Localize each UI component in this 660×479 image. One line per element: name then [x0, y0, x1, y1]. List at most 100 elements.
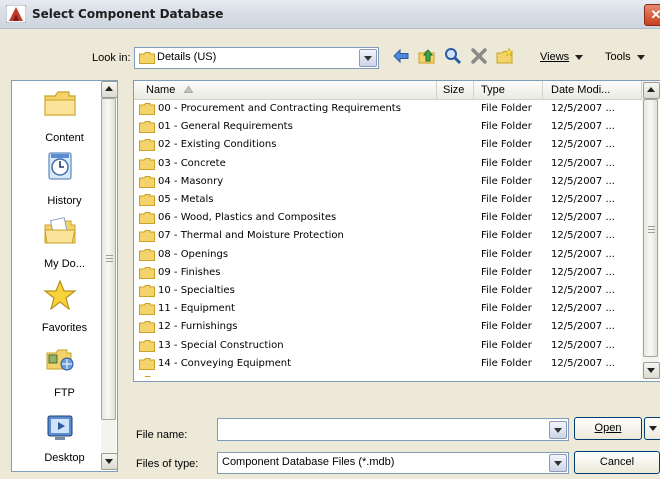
- column-header-type[interactable]: Type: [474, 81, 543, 100]
- title-bar[interactable]: Select Component Database ✕: [0, 0, 660, 29]
- scroll-thumb[interactable]: [101, 98, 116, 420]
- file-name-dropdown-button[interactable]: [549, 421, 567, 439]
- file-name-cell: 03 - Concrete: [158, 157, 226, 169]
- file-row[interactable]: 03 - Concrete File Folder 12/5/2007 ...: [139, 155, 644, 173]
- open-label: Open: [594, 422, 622, 434]
- file-row[interactable]: 14 - Conveying Equipment File Folder 12/5/…: [139, 355, 644, 373]
- file-date-cell: 12/5/2007 ...: [551, 285, 615, 296]
- views-label: Views: [540, 51, 570, 63]
- file-row[interactable]: 06 - Wood, Plastics and Composites File F…: [139, 209, 644, 227]
- folder-icon: [144, 376, 151, 377]
- file-name-cell: 01 - General Requirements: [158, 121, 293, 133]
- file-name-cell: 14 - Conveying Equipment: [158, 357, 292, 369]
- file-type-dropdown-button[interactable]: [549, 454, 567, 472]
- folder-icon: [139, 212, 155, 225]
- file-date-cell: 12/5/2007 ...: [551, 266, 615, 278]
- file-date-cell: 12/5/2007 ...: [551, 321, 615, 333]
- file-type-cell: File Folder: [481, 103, 532, 114]
- sort-ascending-icon: [184, 86, 193, 93]
- file-type-cell: File Folder: [481, 139, 532, 151]
- file-type-cell: File Folder: [481, 194, 532, 205]
- look-in-label: Look in:: [92, 52, 131, 64]
- up-folder-icon[interactable]: [418, 47, 436, 65]
- file-date-cell: 12/5/2007 ...: [551, 121, 615, 133]
- file-date-cell: 12/5/2007 ...: [551, 357, 615, 369]
- look-in-dropdown-button[interactable]: [359, 49, 377, 67]
- file-name-cell: 00 - Procurement and Contracting Require…: [158, 103, 401, 114]
- look-in-combo[interactable]: Details (US): [134, 47, 379, 69]
- back-icon[interactable]: [392, 47, 410, 65]
- column-header-name[interactable]: Name: [134, 81, 437, 100]
- scroll-down-button[interactable]: [643, 362, 660, 379]
- folder-icon: [139, 339, 155, 352]
- folder-icon: [139, 103, 155, 115]
- places-scrollbar[interactable]: [101, 81, 118, 470]
- folder-icon: [139, 121, 155, 134]
- open-dropdown-button[interactable]: [644, 417, 660, 440]
- file-name-cell: 04 - Masonry: [158, 175, 224, 187]
- file-row[interactable]: 10 - Specialties File Folder 12/5/2007 ...: [139, 282, 644, 300]
- folder-icon: [139, 230, 155, 243]
- folder-icon: [139, 175, 155, 188]
- file-type-cell: File Folder: [481, 339, 532, 351]
- tools-label: Tools: [605, 51, 631, 63]
- file-row[interactable]: 01 - General Requirements File Folder 12/5…: [139, 118, 644, 136]
- column-type-label: Type: [481, 84, 505, 96]
- scroll-down-button[interactable]: [101, 453, 118, 470]
- scroll-up-button[interactable]: [101, 81, 118, 98]
- look-in-value: Details (US): [157, 51, 217, 63]
- chevron-down-icon: [636, 54, 645, 60]
- file-row[interactable]: 07 - Thermal and Moisture Protection File…: [139, 227, 644, 245]
- desktop-icon: [47, 415, 73, 440]
- views-menu[interactable]: Views: [540, 51, 584, 63]
- search-web-icon[interactable]: [444, 47, 462, 65]
- file-row[interactable]: 11 - Equipment File Folder 12/5/2007 ...: [139, 300, 644, 318]
- delete-icon[interactable]: [470, 47, 488, 65]
- file-date-cell: 12/5/2007 ...: [551, 139, 615, 151]
- file-name-input[interactable]: [217, 418, 569, 441]
- column-header-size[interactable]: Size: [437, 81, 474, 100]
- file-row[interactable]: 12 - Furnishings File Folder 12/5/2007 ...: [139, 318, 644, 336]
- file-name-cell: 08 - Openings: [158, 248, 229, 260]
- cancel-button[interactable]: Cancel: [574, 451, 660, 474]
- file-list[interactable]: Name Size Type Date Modi... 00 - Procure…: [133, 80, 660, 382]
- new-folder-icon[interactable]: [496, 47, 514, 65]
- file-list-scrollbar[interactable]: [642, 81, 660, 379]
- dialog-title: Select Component Database: [32, 7, 224, 21]
- file-type-label: Files of type:: [136, 458, 199, 470]
- file-type-cell: File Folder: [481, 248, 532, 260]
- file-date-cell: 12/5/2007 ...: [551, 303, 615, 315]
- file-date-cell: 12/5/2007 ...: [551, 157, 615, 169]
- file-name-label: File name:: [136, 429, 188, 441]
- file-type-cell: File Folder: [481, 157, 532, 169]
- close-button[interactable]: ✕: [644, 4, 660, 26]
- file-row[interactable]: 00 - Procurement and Contracting Require…: [139, 100, 644, 118]
- file-type-cell: File Folder: [481, 357, 532, 369]
- file-row[interactable]: 05 - Metals File Folder 12/5/2007 ...: [139, 191, 644, 209]
- file-row[interactable]: 09 - Finishes File Folder 12/5/2007 ...: [139, 264, 644, 282]
- ftp-icon: [46, 349, 74, 371]
- tools-menu[interactable]: Tools: [605, 51, 645, 63]
- file-name-cell: 09 - Finishes: [158, 266, 221, 278]
- open-button[interactable]: Open: [574, 417, 642, 440]
- select-component-database-dialog: Select Component Database ✕ Look in: Det…: [0, 0, 660, 479]
- file-row[interactable]: 08 - Openings File Folder 12/5/2007 ...: [139, 246, 644, 264]
- file-type-cell: File Folder: [481, 285, 532, 296]
- folder-icon: [139, 52, 155, 64]
- column-date-label: Date Modi...: [551, 84, 611, 96]
- scroll-up-button[interactable]: [643, 82, 660, 99]
- file-type-cell: File Folder: [481, 121, 532, 133]
- file-row[interactable]: 13 - Special Construction File Folder 12/5…: [139, 337, 644, 355]
- file-row[interactable]: 02 - Existing Conditions File Folder 12/5/…: [139, 136, 644, 154]
- scroll-thumb[interactable]: [643, 99, 658, 357]
- file-row[interactable]: 04 - Masonry File Folder 12/5/2007 ...: [139, 173, 644, 191]
- file-date-cell: 12/5/2007 ...: [551, 339, 615, 351]
- file-name-cell: 10 - Specialties: [158, 285, 235, 296]
- chevron-down-icon: [649, 425, 657, 431]
- column-header-date[interactable]: Date Modi...: [543, 81, 642, 100]
- folder-icon: [139, 248, 155, 261]
- my-documents-icon: [44, 217, 76, 244]
- file-type-cell: File Folder: [481, 266, 532, 278]
- file-date-cell: 12/5/2007 ...: [551, 194, 615, 205]
- file-type-select[interactable]: Component Database Files (*.mdb): [217, 452, 569, 474]
